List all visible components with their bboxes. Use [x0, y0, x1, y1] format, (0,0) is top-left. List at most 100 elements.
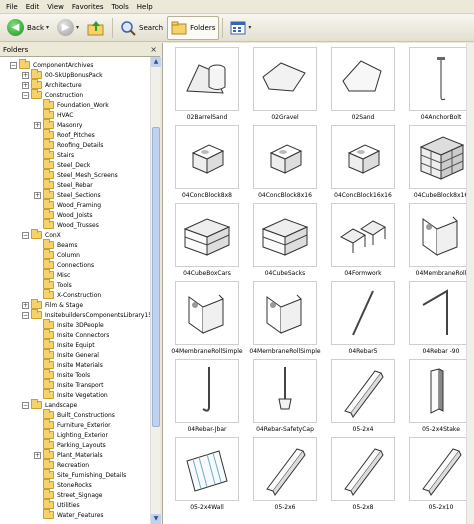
tree-item-label: Steel_Rebar [57, 181, 93, 189]
file-item[interactable]: 05-2x4Stake [403, 359, 474, 439]
expand-icon[interactable]: + [34, 191, 41, 199]
file-item[interactable]: 04Formwork [325, 203, 401, 283]
file-item[interactable]: 04CubeSacks [247, 203, 323, 283]
file-item[interactable]: 02Sand [325, 47, 401, 127]
folder-icon [43, 199, 54, 209]
membrane-roll-icon [175, 281, 239, 345]
anchor-bolt-icon [409, 47, 473, 111]
folder-icon [31, 69, 42, 79]
chevron-down-icon[interactable]: ▾ [76, 24, 79, 31]
file-item[interactable]: 04Rebar5 [325, 281, 401, 361]
scroll-up-icon[interactable]: ▲ [151, 57, 161, 67]
expand-icon[interactable]: + [22, 301, 29, 309]
file-item-label: 05-2x4Stake [422, 426, 460, 433]
chevron-down-icon[interactable]: ▾ [46, 24, 49, 31]
file-item-label: 04Rebar5 [348, 348, 378, 355]
file-item-label: 05-2x4Wall [190, 504, 224, 511]
file-item[interactable]: 04ConcBlock8x8 [169, 125, 245, 205]
chevron-down-icon[interactable]: ▾ [248, 24, 251, 31]
tree-item[interactable]: Column [34, 249, 80, 260]
tree-item-label: Beams [57, 241, 78, 249]
scroll-down-icon[interactable]: ▼ [151, 514, 161, 524]
tree-item[interactable]: Water_Features [34, 509, 104, 520]
tree-item-label: Steel_Deck [57, 161, 91, 169]
file-view-scrollbar[interactable] [466, 43, 474, 524]
tree-item[interactable]: HVAC [34, 109, 74, 120]
file-item[interactable]: 05-2x4 [325, 359, 401, 439]
collapse-icon[interactable]: − [22, 401, 29, 409]
collapse-icon[interactable]: − [22, 231, 29, 239]
close-icon[interactable]: × [150, 45, 157, 54]
menu-item-view[interactable]: View [45, 3, 70, 11]
file-item[interactable]: 05-2x4Wall [169, 437, 245, 517]
rebar-jbar-icon [175, 359, 239, 423]
tree-item[interactable]: Wood_Trusses [34, 219, 99, 230]
file-item[interactable]: 04Rebar -90 [403, 281, 474, 361]
file-item[interactable]: 04ConcBlock16x16 [325, 125, 401, 205]
tree-scrollbar[interactable]: ▲ ▼ [150, 57, 161, 524]
file-item-label: 05-2x8 [352, 504, 374, 511]
tree-item[interactable]: Tools [34, 279, 72, 290]
tree-item-label: Insite Vegetation [57, 391, 108, 399]
collapse-icon[interactable]: − [22, 91, 29, 99]
tree-item[interactable]: Insite Vegetation [34, 389, 108, 400]
file-item[interactable]: 04CubeBoxCars [169, 203, 245, 283]
tree-item[interactable]: − InsitebuildersComponentsLibrary150 [22, 309, 150, 320]
tree-item-label: Insite Connectors [57, 331, 110, 339]
expand-icon[interactable]: + [34, 121, 41, 129]
expand-icon[interactable]: + [22, 71, 29, 79]
file-item[interactable]: 04ConcBlock8x16 [247, 125, 323, 205]
folder-icon [31, 399, 42, 409]
menu-item-help[interactable]: Help [135, 3, 159, 11]
file-item[interactable]: 04MembraneRollSimple [247, 281, 323, 361]
menu-item-edit[interactable]: Edit [24, 3, 46, 11]
tree-item-label: HVAC [57, 111, 74, 119]
file-item[interactable]: 04MembraneRollSimple [169, 281, 245, 361]
file-item[interactable]: 04Rebar-SafetyCap [247, 359, 323, 439]
file-item[interactable]: 04MembraneRoll [403, 203, 474, 283]
views-button[interactable]: ▾ [226, 16, 255, 40]
file-item-label: 04Formwork [344, 270, 382, 277]
file-item[interactable]: 04Rebar-Jbar [169, 359, 245, 439]
file-item[interactable]: 05-2x8 [325, 437, 401, 517]
folders-button[interactable]: Folders [167, 15, 220, 40]
expand-icon[interactable]: + [22, 81, 29, 89]
tree-item[interactable]: − ConX [22, 229, 61, 240]
concrete-block-icon [253, 125, 317, 189]
file-item-label: 04MembraneRollSimple [249, 348, 321, 355]
back-button[interactable]: ◀ Back ▾ [3, 16, 53, 40]
file-item-label: 05-2x6 [274, 504, 296, 511]
file-item[interactable]: 02Gravel [247, 47, 323, 127]
folder-icon [43, 269, 54, 279]
tree-item-label: Furniture_Exterior [57, 421, 111, 429]
collapse-icon[interactable]: − [10, 61, 17, 69]
expand-icon[interactable]: + [34, 451, 41, 459]
forward-button[interactable]: ▶ ▾ [53, 16, 83, 40]
tree-item[interactable]: − ComponentArchives [10, 59, 93, 70]
folder-icon [43, 459, 54, 469]
lumber-icon [253, 437, 317, 501]
menu-item-file[interactable]: File [4, 3, 24, 11]
tree-item[interactable]: X-Construction [34, 289, 101, 300]
menu-item-tools[interactable]: Tools [110, 3, 135, 11]
file-item[interactable]: 05-2x10 [403, 437, 474, 517]
file-item[interactable]: 04CubeBlock8x16 [403, 125, 474, 205]
tree-item[interactable]: Stairs [34, 149, 74, 160]
menu-item-favorites[interactable]: Favorites [70, 3, 110, 11]
tree-item[interactable]: Utilities [34, 499, 80, 510]
scrollbar-thumb[interactable] [152, 127, 160, 427]
tree-item[interactable]: Beams [34, 239, 78, 250]
up-folder-button[interactable] [83, 16, 109, 40]
file-item-label: 05-2x4 [352, 426, 374, 433]
tree-item[interactable]: + Masonry [34, 119, 82, 130]
file-item[interactable]: 05-2x6 [247, 437, 323, 517]
toolbar-separator [112, 17, 114, 38]
file-item[interactable]: 02BarrelSand [169, 47, 245, 127]
tree-item[interactable]: − Construction [22, 89, 83, 100]
folder-icon [43, 179, 54, 189]
membrane-roll-icon [253, 281, 317, 345]
tree-item[interactable]: Misc [34, 269, 70, 280]
file-item[interactable]: 04AnchorBolt [403, 47, 474, 127]
collapse-icon[interactable]: − [22, 311, 29, 319]
search-button[interactable]: Search [116, 16, 167, 40]
